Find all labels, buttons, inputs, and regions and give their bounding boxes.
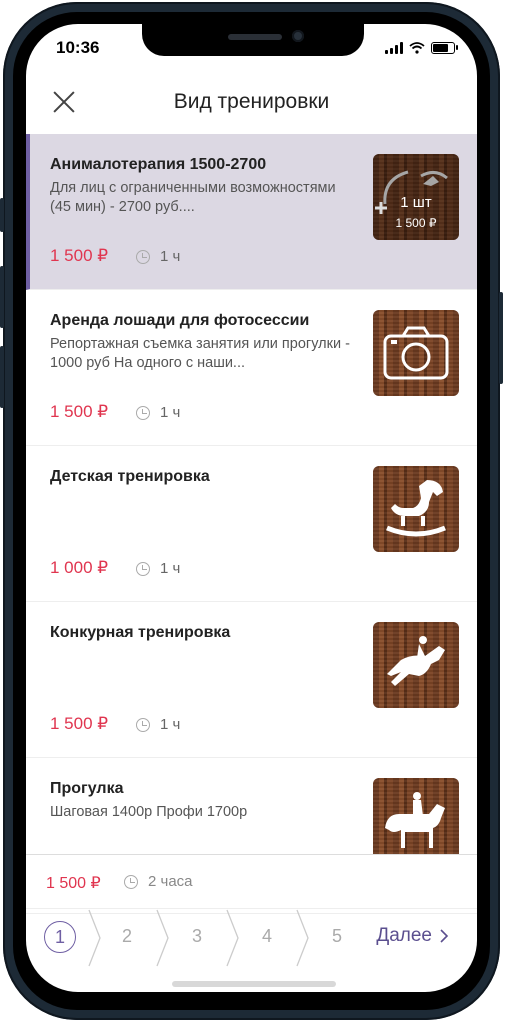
page-title: Вид тренировки xyxy=(173,90,330,113)
horse-therapy-icon: 1 шт 1 500 ₽ xyxy=(373,154,459,240)
item-duration: 1 ч xyxy=(160,716,181,733)
chevron-divider-icon xyxy=(88,909,101,967)
notch xyxy=(142,24,364,56)
item-qty-price: 1 500 ₽ xyxy=(395,216,437,230)
clock-icon xyxy=(136,717,150,732)
chevron-divider-icon xyxy=(226,909,239,967)
step-4[interactable]: 4 xyxy=(252,921,282,951)
list-item[interactable]: Анималотерапия 1500-2700 Для лиц с огран… xyxy=(26,134,477,290)
jumping-horse-icon xyxy=(373,622,459,708)
clock-icon xyxy=(136,405,150,420)
battery-icon xyxy=(431,42,458,54)
wifi-icon xyxy=(409,42,425,54)
step-1[interactable]: 1 xyxy=(44,921,76,953)
item-price: 1 000 ₽ xyxy=(50,558,109,577)
item-duration: 1 ч xyxy=(160,404,181,421)
plus-icon[interactable] xyxy=(373,200,389,216)
step-3[interactable]: 3 xyxy=(182,921,212,951)
chevron-divider-icon xyxy=(296,909,309,967)
item-desc: Репортажная съемка занятия или прогулки … xyxy=(50,336,350,371)
clock-icon xyxy=(136,561,150,576)
item-price: 1 500 ₽ xyxy=(50,246,109,265)
rocking-horse-icon xyxy=(373,466,459,552)
item-desc: Для лиц с ограниченными возможностями (4… xyxy=(50,180,336,215)
home-indicator xyxy=(172,981,336,987)
next-button[interactable]: Далее xyxy=(376,925,449,947)
signal-icon xyxy=(385,42,403,54)
app-screen: 10:36 Вид тренировки Анималотерапия 1500… xyxy=(26,24,477,992)
clock-icon xyxy=(136,249,150,264)
item-duration: 1 ч xyxy=(160,248,181,265)
step-5[interactable]: 5 xyxy=(322,921,352,951)
order-summary: 1 500 ₽ 2 часа xyxy=(26,854,477,909)
camera-icon xyxy=(373,310,459,396)
list-item[interactable]: Детская тренировка 1 000 ₽ 1 ч xyxy=(26,446,477,602)
summary-duration: 2 часа xyxy=(148,873,193,890)
list-item[interactable]: Конкурная тренировка 1 500 ₽ 1 ч xyxy=(26,602,477,758)
item-price: 1 500 ₽ xyxy=(50,402,109,421)
item-name: Прогулка xyxy=(50,780,124,797)
item-desc: Шаговая 1400р Профи 1700р xyxy=(50,804,248,820)
item-duration: 1 ч xyxy=(160,560,181,577)
status-time: 10:36 xyxy=(56,38,100,57)
summary-price: 1 500 ₽ xyxy=(46,875,101,892)
item-name: Детская тренировка xyxy=(50,468,210,485)
chevron-divider-icon xyxy=(156,909,169,967)
walking-horse-icon xyxy=(373,778,459,864)
clock-icon xyxy=(124,874,138,889)
item-name: Конкурная тренировка xyxy=(50,624,231,641)
header: Вид тренировки xyxy=(26,72,477,135)
list-item[interactable]: Аренда лошади для фотосессии Репортажная… xyxy=(26,290,477,446)
item-price: 1 500 ₽ xyxy=(50,714,109,733)
item-name: Анималотерапия 1500-2700 xyxy=(50,156,267,173)
training-list: Анималотерапия 1500-2700 Для лиц с огран… xyxy=(26,134,477,914)
step-2[interactable]: 2 xyxy=(112,921,142,951)
next-label: Далее xyxy=(376,925,432,946)
chevron-right-icon xyxy=(440,929,449,943)
step-indicator: 1 2 3 4 5 Далее xyxy=(26,908,477,967)
item-name: Аренда лошади для фотосессии xyxy=(50,312,310,329)
